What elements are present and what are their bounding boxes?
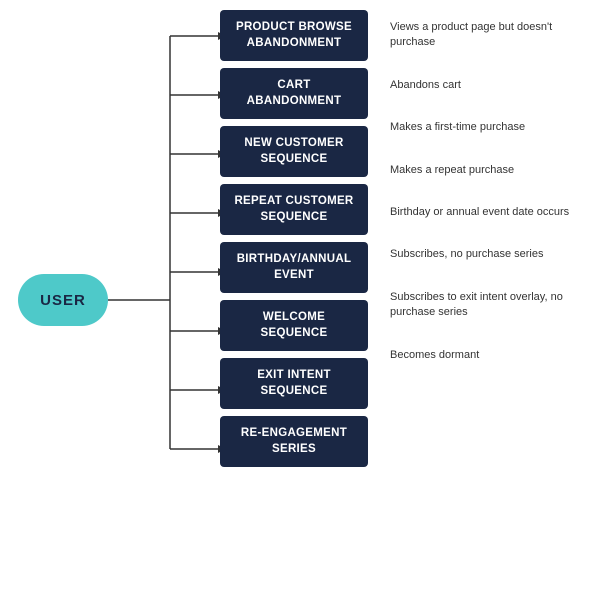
seq-label-2: Makes a first-time purchase xyxy=(382,110,577,145)
seq-box-re-engagement: RE-ENGAGEMENTSERIES xyxy=(220,416,368,467)
seq-box-new-customer: NEW CUSTOMERSEQUENCE xyxy=(220,126,368,177)
seq-box-label-0: PRODUCT BROWSEABANDONMENT xyxy=(236,21,352,49)
seq-box-product-browse: PRODUCT BROWSEABANDONMENT xyxy=(220,10,368,61)
seq-box-repeat-customer: REPEAT CUSTOMERSEQUENCE xyxy=(220,184,368,235)
seq-box-label-1: CARTABANDONMENT xyxy=(247,79,342,107)
seq-box-welcome: WELCOMESEQUENCE xyxy=(220,300,368,351)
seq-box-label-4: BIRTHDAY/ANNUALEVENT xyxy=(237,253,352,281)
seq-label-7: Becomes dormant xyxy=(382,338,577,373)
seq-box-label-3: REPEAT CUSTOMERSEQUENCE xyxy=(234,195,353,223)
seq-box-label-5: WELCOMESEQUENCE xyxy=(261,311,328,339)
user-pill: USER xyxy=(18,274,108,326)
user-label: USER xyxy=(40,292,86,309)
labels-column: Views a product page but doesn't purchas… xyxy=(382,10,577,373)
seq-label-6: Subscribes to exit intent overlay, no pu… xyxy=(382,280,577,331)
seq-label-1: Abandons cart xyxy=(382,68,577,103)
seq-box-exit-intent: EXIT INTENTSEQUENCE xyxy=(220,358,368,409)
seq-box-label-7: RE-ENGAGEMENTSERIES xyxy=(241,427,347,455)
seq-box-birthday: BIRTHDAY/ANNUALEVENT xyxy=(220,242,368,293)
seq-label-5: Subscribes, no purchase series xyxy=(382,237,577,272)
seq-box-label-2: NEW CUSTOMERSEQUENCE xyxy=(244,137,343,165)
seq-box-cart-abandonment: CARTABANDONMENT xyxy=(220,68,368,119)
seq-label-0: Views a product page but doesn't purchas… xyxy=(382,10,577,61)
seq-label-4: Birthday or annual event date occurs xyxy=(382,195,577,230)
seq-label-3: Makes a repeat purchase xyxy=(382,153,577,188)
diagram-container: USER xyxy=(0,0,600,600)
seq-box-label-6: EXIT INTENTSEQUENCE xyxy=(257,369,331,397)
boxes-column: PRODUCT BROWSEABANDONMENT CARTABANDONMEN… xyxy=(220,10,368,467)
